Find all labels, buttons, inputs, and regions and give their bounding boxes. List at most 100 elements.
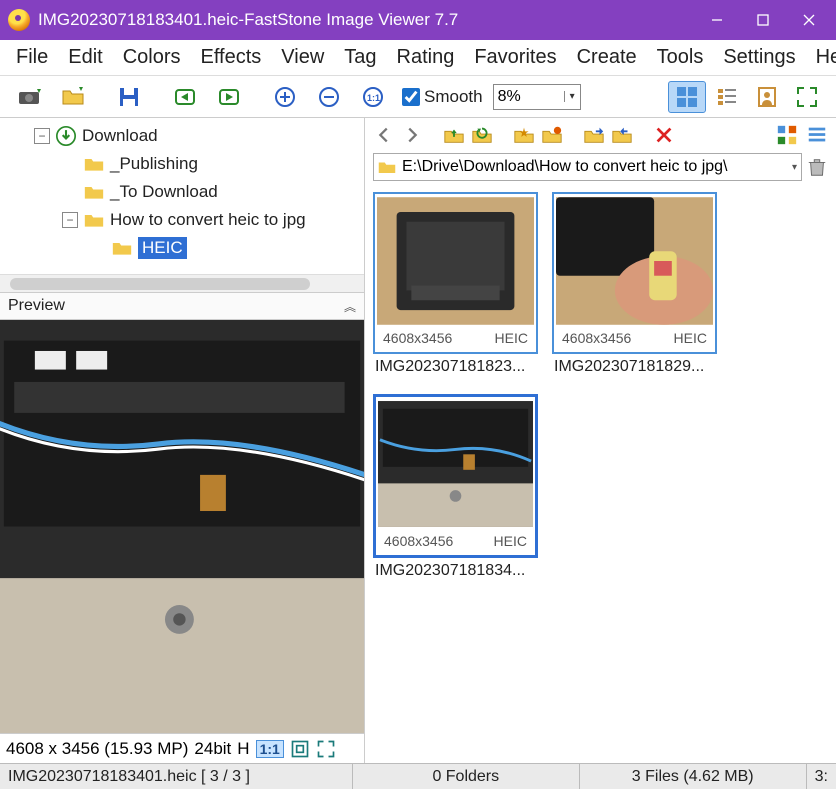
folder-tree[interactable]: − Download _Publishing _To Download − How to … bbox=[0, 118, 364, 274]
thumb-image[interactable] bbox=[378, 399, 533, 529]
menu-effects[interactable]: Effects bbox=[191, 42, 272, 73]
preview-collapse-icon[interactable]: ︽ bbox=[344, 298, 356, 315]
thumb-card[interactable]: 4608x3456 HEIC IMG202307181834... bbox=[373, 394, 538, 584]
acquire-button[interactable] bbox=[10, 81, 48, 113]
tree-label: _Publishing bbox=[110, 154, 198, 174]
preview-dims: 4608 x 3456 (15.93 MP) bbox=[6, 739, 188, 759]
twisty-icon[interactable]: − bbox=[62, 212, 78, 228]
thumb-format: HEIC bbox=[674, 330, 707, 346]
status-folders: 0 Folders bbox=[353, 764, 580, 789]
preview-ratio-button[interactable]: 1:1 bbox=[256, 740, 284, 758]
zoom-dropdown[interactable]: ▾ bbox=[564, 91, 580, 102]
save-button[interactable] bbox=[110, 81, 148, 113]
delete-icon[interactable] bbox=[653, 124, 675, 146]
tree-row[interactable]: _To Download bbox=[2, 178, 362, 206]
thumb-name: IMG202307181834... bbox=[373, 558, 538, 584]
title-app: FastStone Image Viewer 7.7 bbox=[244, 10, 458, 30]
move-to-icon[interactable] bbox=[611, 124, 633, 146]
menu-help[interactable]: Help bbox=[806, 42, 836, 73]
refresh-folder-icon[interactable] bbox=[471, 124, 493, 146]
view-portrait-button[interactable] bbox=[748, 81, 786, 113]
status-filepos: IMG20230718183401.heic [ 3 / 3 ] bbox=[0, 764, 353, 789]
left-panel: − Download _Publishing _To Download − How to … bbox=[0, 118, 365, 763]
menu-create[interactable]: Create bbox=[567, 42, 647, 73]
close-button[interactable] bbox=[786, 0, 832, 40]
status-files: 3 Files (4.62 MB) bbox=[580, 764, 807, 789]
titlebar: IMG20230718183401.heic - FastStone Image… bbox=[0, 0, 836, 40]
thumbnails-area[interactable]: 4608x3456HEICIMG202307181823...4608x3456… bbox=[365, 188, 836, 763]
menu-view[interactable]: View bbox=[271, 42, 334, 73]
folder-icon bbox=[378, 160, 396, 174]
tree-row[interactable]: HEIC bbox=[2, 234, 362, 262]
tree-h-scrollbar[interactable] bbox=[0, 274, 364, 292]
up-folder-icon[interactable] bbox=[443, 124, 465, 146]
prev-button[interactable] bbox=[166, 81, 204, 113]
menu-colors[interactable]: Colors bbox=[113, 42, 191, 73]
view-thumbnails-button[interactable] bbox=[668, 81, 706, 113]
title-filename: IMG20230718183401.heic bbox=[38, 10, 238, 30]
tree-row[interactable]: − How to convert heic to jpg bbox=[2, 206, 362, 234]
fav-folder-icon[interactable] bbox=[513, 124, 535, 146]
zoom-actual-button[interactable]: 1:1 bbox=[354, 81, 392, 113]
tree-label: HEIC bbox=[138, 237, 187, 259]
thumb-name: IMG202307181823... bbox=[373, 354, 538, 380]
zoom-in-button[interactable] bbox=[266, 81, 304, 113]
forward-icon[interactable] bbox=[401, 124, 423, 146]
thumb-card[interactable]: 4608x3456 HEIC IMG202307181829... bbox=[552, 192, 717, 380]
menu-tag[interactable]: Tag bbox=[334, 42, 386, 73]
tree-label: How to convert heic to jpg bbox=[110, 210, 306, 230]
view-fullscreen-button[interactable] bbox=[788, 81, 826, 113]
fullscreen-icon[interactable] bbox=[316, 739, 336, 759]
twisty-icon[interactable] bbox=[90, 240, 106, 256]
fit-window-icon[interactable] bbox=[290, 739, 310, 759]
menu-edit[interactable]: Edit bbox=[58, 42, 112, 73]
twisty-icon[interactable]: − bbox=[34, 128, 50, 144]
trash-icon[interactable] bbox=[806, 156, 828, 178]
path-dropdown[interactable]: E:\Drive\Download\How to convert heic to… bbox=[373, 153, 802, 181]
thumb-card[interactable]: 4608x3456 HEIC IMG202307181823... bbox=[373, 192, 538, 380]
menu-rating[interactable]: Rating bbox=[387, 42, 465, 73]
tree-label: Download bbox=[82, 126, 158, 146]
menu-file[interactable]: File bbox=[6, 42, 58, 73]
smooth-checkbox[interactable] bbox=[402, 88, 420, 106]
next-button[interactable] bbox=[210, 81, 248, 113]
menu-settings[interactable]: Settings bbox=[713, 42, 805, 73]
back-icon[interactable] bbox=[373, 124, 395, 146]
preview-header-label: Preview bbox=[8, 297, 65, 315]
open-button[interactable] bbox=[54, 81, 92, 113]
thumb-name: IMG202307181829... bbox=[552, 354, 717, 380]
right-panel: E:\Drive\Download\How to convert heic to… bbox=[365, 118, 836, 763]
tree-row[interactable]: − Download bbox=[2, 122, 362, 150]
thumb-image[interactable] bbox=[556, 196, 713, 326]
thumb-dims: 4608x3456 bbox=[384, 533, 453, 549]
new-folder-icon[interactable] bbox=[541, 124, 563, 146]
menu-favorites[interactable]: Favorites bbox=[464, 42, 566, 73]
menu-tools[interactable]: Tools bbox=[647, 42, 714, 73]
view-details-button[interactable] bbox=[708, 81, 746, 113]
app-icon bbox=[8, 9, 30, 31]
smooth-label: Smooth bbox=[424, 87, 483, 107]
main-split: − Download _Publishing _To Download − How to … bbox=[0, 118, 836, 763]
path-bar: E:\Drive\Download\How to convert heic to… bbox=[373, 152, 828, 182]
thumb-format: HEIC bbox=[495, 330, 528, 346]
preview-header: Preview ︽ bbox=[0, 292, 364, 320]
chevron-down-icon[interactable]: ▾ bbox=[792, 162, 797, 173]
minimize-button[interactable] bbox=[694, 0, 740, 40]
zoom-input[interactable] bbox=[494, 86, 564, 108]
list-options-icon[interactable] bbox=[806, 124, 828, 146]
preview-image[interactable] bbox=[0, 320, 364, 733]
twisty-icon[interactable] bbox=[62, 184, 78, 200]
thumb-image[interactable] bbox=[377, 196, 534, 326]
grid-options-icon[interactable] bbox=[776, 124, 798, 146]
thumb-dims: 4608x3456 bbox=[383, 330, 452, 346]
thumb-format: HEIC bbox=[494, 533, 527, 549]
copy-to-icon[interactable] bbox=[583, 124, 605, 146]
thumb-dims: 4608x3456 bbox=[562, 330, 631, 346]
maximize-button[interactable] bbox=[740, 0, 786, 40]
preview-status: 4608 x 3456 (15.93 MP) 24bit H 1:1 bbox=[0, 733, 364, 763]
tree-row[interactable]: _Publishing bbox=[2, 150, 362, 178]
zoom-out-button[interactable] bbox=[310, 81, 348, 113]
twisty-icon[interactable] bbox=[62, 156, 78, 172]
statusbar: IMG20230718183401.heic [ 3 / 3 ] 0 Folde… bbox=[0, 763, 836, 789]
zoom-combo[interactable]: ▾ bbox=[493, 84, 581, 110]
